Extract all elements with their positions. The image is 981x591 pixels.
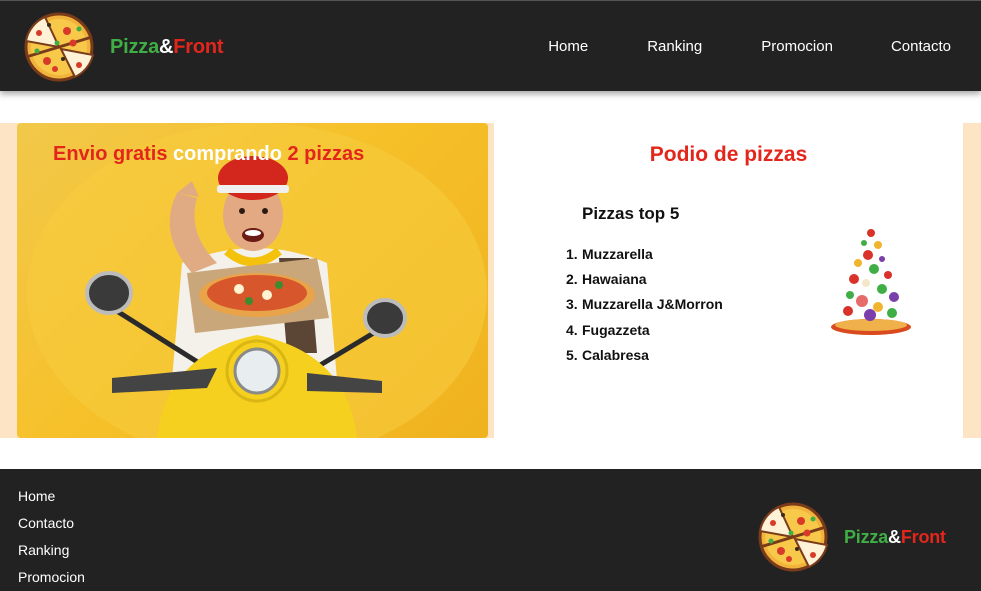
site-header: Pizza&Front Home Ranking Promocion Conta…	[0, 0, 981, 91]
podium-section: Podio de pizzas Pizzas top 5 1. Muzzarell…	[494, 123, 963, 438]
list-item: 5. Calabresa	[566, 345, 723, 370]
nav-contacto[interactable]: Contacto	[891, 38, 951, 55]
delivery-man-scooter-pizza-photo	[27, 123, 487, 438]
list-item-name: Muzzarella J&Morron	[582, 296, 723, 313]
list-item-name: Hawaiana	[582, 271, 647, 288]
footer-link-home[interactable]: Home	[18, 487, 85, 514]
nav-promocion[interactable]: Promocion	[761, 38, 833, 55]
footer-link-contacto[interactable]: Contacto	[18, 514, 85, 541]
list-item: 1. Muzzarella	[566, 244, 723, 269]
promo-title-part3: 2 pizzas	[281, 143, 365, 165]
brand-ampersand: &	[159, 35, 174, 58]
main-nav: Home Ranking Promocion Contacto	[548, 1, 981, 92]
pizza-slices-icon	[24, 12, 95, 82]
promo-title-part1: Envio gratis	[53, 143, 174, 165]
footer-brand-part-pizza: Pizza	[844, 526, 889, 547]
list-item-name: Calabresa	[582, 346, 649, 363]
promo-card[interactable]: Envio gratis comprando 2 pizzas	[17, 123, 488, 438]
footer-links: Home Contacto Ranking Promocion	[18, 487, 85, 591]
list-item: 3. Muzzarella J&Morron	[566, 294, 723, 319]
footer-brand-name: Pizza&Front	[844, 527, 946, 548]
footer-link-promocion[interactable]: Promocion	[18, 568, 85, 591]
list-item-name: Muzzarella	[582, 246, 653, 262]
footer-brand-part-front: Front	[900, 526, 946, 547]
site-footer: Home Contacto Ranking Promocion Pizza&Fr…	[0, 469, 981, 591]
list-item-name: Fugazzeta	[582, 321, 650, 338]
nav-ranking[interactable]: Ranking	[647, 38, 702, 55]
list-item-number: 3.	[566, 296, 578, 313]
list-item-number: 5.	[566, 346, 578, 363]
list-item-number: 4.	[566, 321, 578, 338]
footer-logo[interactable]: Pizza&Front	[752, 500, 946, 574]
brand-part-front: Front	[173, 35, 224, 58]
pizza-slices-icon	[758, 502, 829, 572]
promo-title: Envio gratis comprando 2 pizzas	[53, 143, 364, 166]
flying-ingredients-pizza-icon	[831, 227, 911, 335]
promo-title-part2: comprando	[173, 143, 282, 165]
top-list: 1. Muzzarella 2. Hawaiana 3. Muzzarella J&M…	[566, 244, 723, 370]
list-item-number: 2.	[566, 271, 578, 288]
nav-home[interactable]: Home	[548, 38, 588, 55]
header-logo[interactable]: Pizza&Front	[18, 10, 224, 84]
list-item: 2. Hawaiana	[566, 269, 723, 294]
footer-link-ranking[interactable]: Ranking	[18, 541, 85, 568]
podium-title: Podio de pizzas	[649, 143, 808, 166]
list-item: 4. Fugazzeta	[566, 320, 723, 345]
footer-brand-ampersand: &	[888, 526, 901, 547]
brand-part-pizza: Pizza	[110, 35, 160, 58]
content-band: Envio gratis comprando 2 pizzas Podio de…	[0, 123, 981, 438]
list-item-number: 1.	[566, 246, 578, 262]
brand-name: Pizza&Front	[110, 35, 224, 59]
top-list-title: Pizzas top 5	[582, 204, 680, 223]
